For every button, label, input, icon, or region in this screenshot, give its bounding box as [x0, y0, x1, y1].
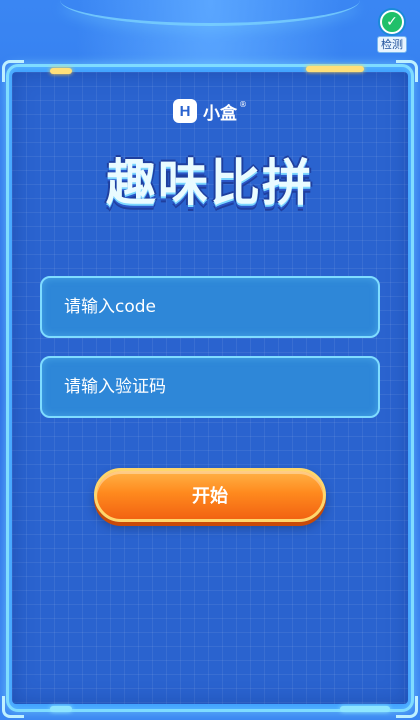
frame-corner-decoration [2, 696, 24, 718]
page-title: 趣味比拼 [106, 154, 314, 212]
frame-corner-decoration [396, 696, 418, 718]
brand-logo-icon: H [173, 99, 197, 123]
frame-corner-decoration [2, 60, 24, 82]
registered-mark: ® [239, 100, 247, 109]
brand: H 小盒 ® [0, 98, 420, 124]
frame-tab-decoration [306, 66, 364, 72]
start-button[interactable]: 开始 [94, 468, 326, 522]
verification-code-input[interactable] [40, 356, 380, 418]
check-icon: ✓ [380, 10, 404, 34]
detect-label: 检测 [377, 36, 407, 53]
frame-tab-decoration [50, 68, 72, 74]
frame-corner-decoration [396, 60, 418, 82]
frame-tab-decoration [340, 706, 390, 712]
brand-name: 小盒 [203, 103, 237, 124]
frame-tab-decoration [50, 706, 72, 712]
detect-button[interactable]: ✓ 检测 [372, 10, 412, 54]
code-input[interactable] [40, 276, 380, 338]
